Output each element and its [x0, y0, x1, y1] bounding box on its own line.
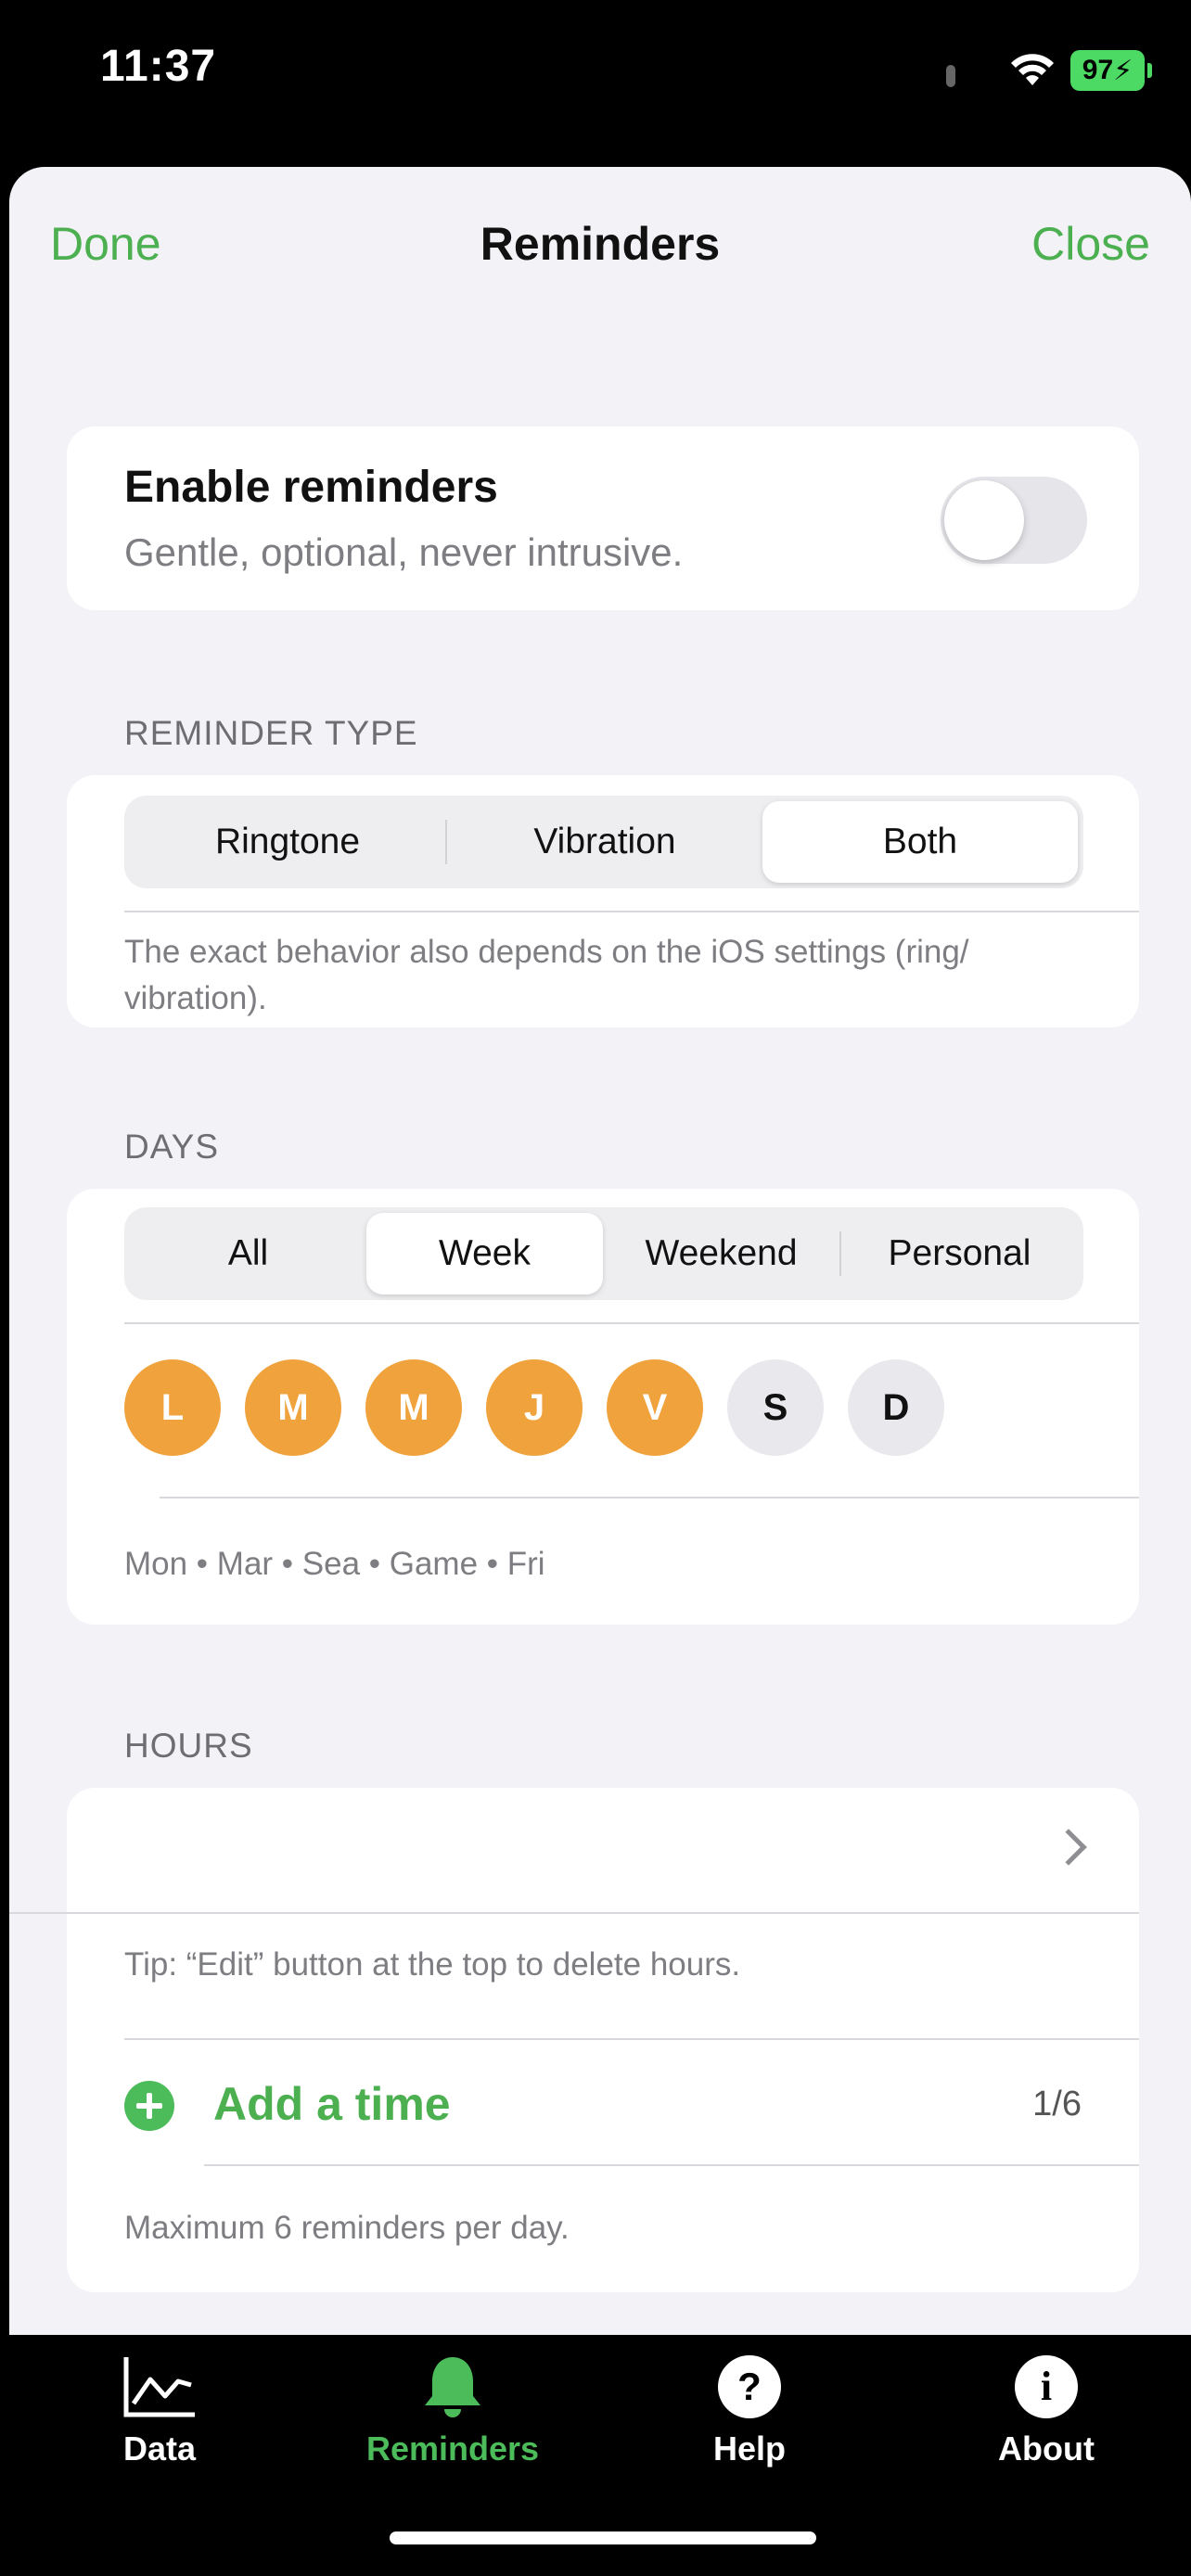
tab-label: Help	[712, 2429, 786, 2468]
plus-circle-icon	[124, 2081, 174, 2131]
enable-reminders-subtitle: Gentle, optional, never intrusive.	[124, 530, 684, 574]
enable-reminders-toggle[interactable]	[941, 477, 1087, 564]
info-icon: i	[1015, 2355, 1078, 2418]
battery-icon: 97 ⚡	[1070, 50, 1152, 91]
days-summary: Mon • Mar • Sea • Game • Fri	[124, 1546, 545, 1582]
tab-label: Reminders	[365, 2429, 540, 2468]
days-segmented-control: All Week Weekend Personal	[124, 1207, 1083, 1300]
tab-label: About	[998, 2429, 1095, 2468]
segment-week[interactable]: Week	[366, 1213, 603, 1294]
day-tuesday[interactable]: M	[245, 1359, 341, 1456]
days-card: All Week Weekend Personal L M M J V S D …	[67, 1189, 1139, 1625]
day-thursday[interactable]: J	[486, 1359, 583, 1456]
segment-vibration[interactable]: Vibration	[447, 801, 762, 883]
wifi-icon	[1011, 54, 1054, 85]
day-saturday[interactable]: S	[727, 1359, 824, 1456]
nav-bar: Done Reminders Close	[9, 167, 1191, 325]
reminder-count: 1/6	[1032, 2085, 1082, 2123]
divider	[124, 911, 1139, 912]
reminder-type-note: The exact behavior also depends on the i…	[124, 934, 969, 1016]
time-row[interactable]	[67, 1788, 1139, 1912]
battery-level: 97	[1082, 55, 1114, 85]
hours-label: HOURS	[124, 1727, 253, 1765]
tab-label: Data	[122, 2429, 197, 2468]
home-indicator	[390, 2531, 816, 2544]
max-reminders-note: Maximum 6 reminders per day.	[124, 2210, 570, 2246]
toggle-knob	[944, 480, 1024, 560]
enable-reminders-card: Enable reminders Gentle, optional, never…	[67, 427, 1139, 610]
page-title: Reminders	[480, 218, 721, 270]
add-time-button[interactable]: Add a time 1/6	[67, 2040, 1139, 2166]
bell-icon	[425, 2357, 480, 2417]
segment-both[interactable]: Both	[762, 801, 1078, 883]
tab-about[interactable]: i About	[935, 2353, 1158, 2468]
divider	[160, 1497, 1139, 1498]
tab-reminders[interactable]: Reminders	[341, 2353, 564, 2468]
tab-help[interactable]: ? Help	[638, 2353, 861, 2468]
day-sunday[interactable]: D	[848, 1359, 944, 1456]
tab-data[interactable]: Data	[48, 2353, 271, 2468]
question-icon: ?	[718, 2355, 781, 2418]
recording-indicator-icon	[946, 65, 955, 87]
hours-tip: Tip: “Edit” button at the top to delete …	[124, 1946, 741, 1983]
enable-reminders-title: Enable reminders	[124, 463, 498, 512]
reminder-type-segmented-control: Ringtone Vibration Both	[124, 796, 1083, 888]
divider	[204, 2164, 1139, 2166]
svg-text:?: ?	[737, 2365, 762, 2408]
chart-icon	[123, 2357, 195, 2417]
status-time: 11:37	[100, 42, 217, 91]
day-friday[interactable]: V	[607, 1359, 703, 1456]
segment-ringtone[interactable]: Ringtone	[130, 801, 445, 883]
divider	[124, 1322, 1139, 1324]
divider	[9, 1912, 1139, 1914]
add-time-label: Add a time	[213, 2078, 451, 2130]
status-bar: 11:37 97 ⚡	[0, 0, 1191, 167]
day-selector: L M M J V S D	[124, 1359, 944, 1456]
hours-card: Tip: “Edit” button at the top to delete …	[9, 1788, 1139, 2292]
day-wednesday[interactable]: M	[365, 1359, 462, 1456]
reminders-sheet: Done Reminders Close Enable reminders Ge…	[9, 167, 1191, 2335]
segment-all[interactable]: All	[130, 1213, 366, 1294]
svg-text:i: i	[1041, 2364, 1052, 2409]
segment-weekend[interactable]: Weekend	[603, 1213, 839, 1294]
reminder-type-label: REMINDER TYPE	[124, 714, 418, 752]
close-button[interactable]: Close	[1031, 217, 1150, 271]
days-label: DAYS	[124, 1128, 220, 1166]
reminder-type-card: Ringtone Vibration Both The exact behavi…	[67, 775, 1139, 1027]
day-monday[interactable]: L	[124, 1359, 221, 1456]
segment-personal[interactable]: Personal	[841, 1213, 1078, 1294]
chevron-right-icon	[1050, 1829, 1087, 1866]
